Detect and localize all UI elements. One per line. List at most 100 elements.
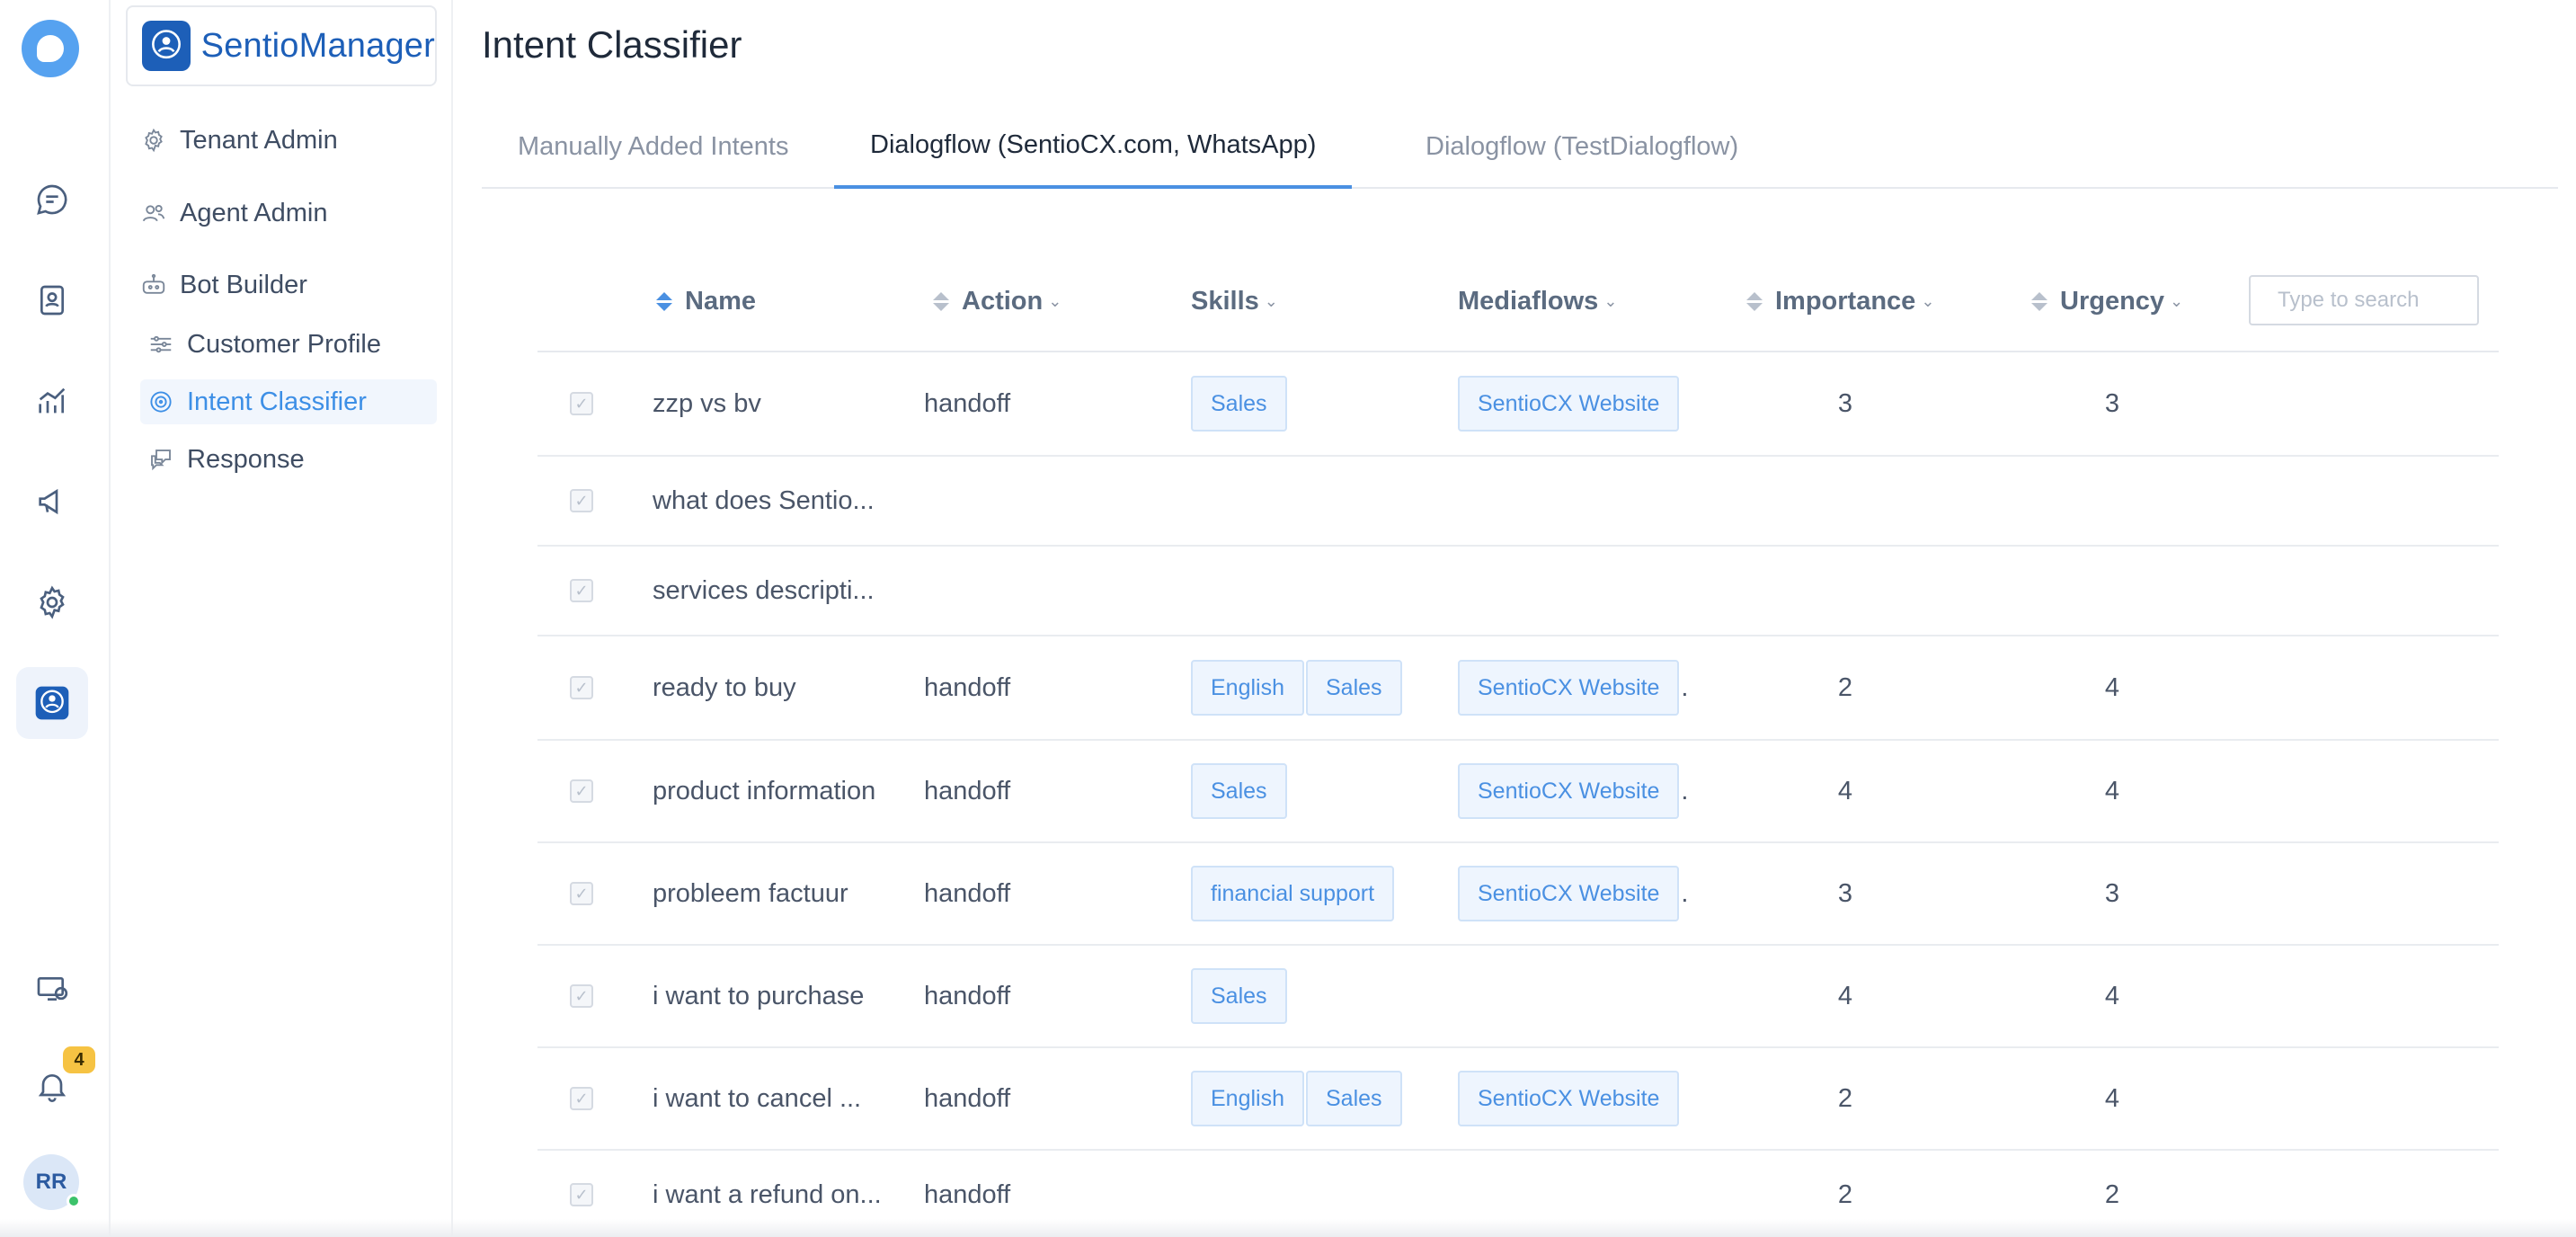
chat-icon[interactable] [16,164,88,236]
intent-skills: Sales [1191,741,1289,841]
sidebar-item-label: Agent Admin [180,198,328,227]
column-header-action[interactable]: Action ⌄ [933,250,1061,352]
online-status-dot [67,1194,81,1208]
column-header-importance[interactable]: Importance ⌄ [1746,250,1934,352]
sidebar-item-response[interactable]: Response [147,437,305,482]
chevron-down-icon: ⌄ [1048,291,1062,310]
row-checkbox[interactable]: ✓ [570,676,593,699]
table-row[interactable]: ✓ zzp vs bv handoff Sales SentioCX Website 3 3 [537,352,2499,457]
skill-tag: English [1191,660,1304,716]
campaign-icon[interactable] [16,466,88,538]
tab-bar: Manually Added Intents Dialogflow (Senti… [482,104,2558,189]
intent-importance: 2 [1837,1083,1853,1113]
sidebar-item-customer-profile[interactable]: Customer Profile [147,322,381,367]
scroll-edge [0,1219,2576,1237]
sort-icon [2031,291,2047,311]
row-checkbox[interactable]: ✓ [570,779,593,803]
bot-icon [142,273,165,294]
mediaflow-tag: SentioCX Website [1458,660,1680,716]
row-checkbox[interactable]: ✓ [570,392,593,415]
intent-urgency: 3 [2104,878,2120,908]
row-checkbox-cell[interactable]: ✓ [570,352,593,455]
table-row[interactable]: ✓ product information handoff Sales SentioCX… [537,741,2499,843]
intent-name[interactable]: probleem factuur [653,843,848,944]
row-checkbox-cell[interactable]: ✓ [570,547,593,635]
table-row[interactable]: ✓ ready to buy handoff English Sales SentioCX… [537,636,2499,741]
table-body: ✓ zzp vs bv handoff Sales SentioCX Website 3 3… [537,352,2499,1237]
row-checkbox-cell[interactable]: ✓ [570,946,593,1046]
row-checkbox-cell[interactable]: ✓ [570,741,593,841]
sidebar-item-intent-classifier[interactable]: Intent Classifier [140,379,437,424]
intent-name[interactable]: ready to buy [653,636,796,739]
settings-icon[interactable] [16,566,88,638]
row-checkbox[interactable]: ✓ [570,489,593,512]
analytics-icon[interactable] [16,365,88,437]
table-row[interactable]: ✓ i want to cancel ... handoff English Sales… [537,1048,2499,1151]
sidebar-item-agent-admin[interactable]: Agent Admin [140,191,327,236]
intent-skills: financial support [1191,843,1396,944]
column-header-urgency[interactable]: Urgency ⌄ [2031,250,2183,352]
table-row[interactable]: ✓ probleem factuur handoff financial suppor… [537,843,2499,946]
tab-manually-added-intents[interactable]: Manually Added Intents [482,104,824,189]
intent-action: handoff [924,388,1011,418]
gear-icon [145,128,163,153]
column-header-skills[interactable]: Skills ⌄ [1191,250,1278,352]
table-row[interactable]: ✓ services descripti... [537,547,2499,636]
skill-tag: Sales [1306,660,1402,716]
table-row[interactable]: ✓ i want to purchase handoff Sales 4 4 [537,946,2499,1048]
contacts-icon[interactable] [16,264,88,336]
row-checkbox-cell[interactable]: ✓ [570,1048,593,1149]
brand-name: SentioManager [200,26,435,65]
table-row[interactable]: ✓ what does Sentio... [537,457,2499,547]
intent-action: handoff [924,878,1011,908]
icon-rail: 4 RR [0,0,111,1237]
skill-tag: Sales [1191,763,1287,819]
intent-name[interactable]: i want to cancel ... [653,1048,861,1149]
more-indicator: . [1681,878,1689,908]
column-header-mediaflows[interactable]: Mediaflows ⌄ [1458,250,1617,352]
brand-logo[interactable]: SentioManager [126,5,437,86]
chat-bubbles-icon [151,449,171,471]
intent-skills: Sales [1191,352,1289,455]
row-checkbox[interactable]: ✓ [570,1087,593,1110]
more-indicator: . [1681,776,1689,805]
tab-dialogflow-testdialogflow[interactable]: Dialogflow (TestDialogflow) [1390,104,1774,189]
intent-action: handoff [924,672,1011,702]
monitor-icon[interactable] [16,953,88,1025]
chevron-down-icon: ⌄ [1921,291,1935,310]
app-logo-icon[interactable] [22,20,79,77]
row-checkbox[interactable]: ✓ [570,984,593,1008]
skill-tag: English [1191,1071,1304,1126]
intent-name[interactable]: product information [653,741,875,841]
sliders-icon [150,335,172,353]
search-input[interactable] [2249,275,2479,325]
sidebar-item-tenant-admin[interactable]: Tenant Admin [140,118,338,163]
sidebar-item-label: Tenant Admin [180,125,338,155]
intent-name[interactable]: i want to purchase [653,946,864,1046]
intent-name[interactable]: services descripti... [653,547,875,635]
row-checkbox-cell[interactable]: ✓ [570,843,593,944]
row-checkbox-cell[interactable]: ✓ [570,457,593,545]
page-title: Intent Classifier [482,23,742,66]
sort-icon [656,291,672,311]
row-checkbox[interactable]: ✓ [570,579,593,602]
sentio-manager-icon[interactable] [16,667,88,739]
intent-action: handoff [924,1083,1011,1113]
intent-name[interactable]: what does Sentio... [653,457,875,545]
sidebar-item-label: Response [187,444,305,474]
row-checkbox[interactable]: ✓ [570,882,593,905]
intent-urgency [2085,457,2139,545]
row-checkbox-cell[interactable]: ✓ [570,636,593,739]
intent-mediaflows: SentioCX Website. [1458,741,1688,841]
sidebar-item-bot-builder[interactable]: Bot Builder [140,263,307,307]
users-icon [142,204,165,222]
column-header-name[interactable]: Name [656,250,756,352]
notification-badge: 4 [63,1046,95,1073]
skill-tag: Sales [1191,376,1287,432]
intent-urgency: 3 [2104,388,2120,418]
intent-mediaflows: SentioCX Website [1458,1048,1681,1149]
sidebar-item-label: Bot Builder [180,270,307,299]
row-checkbox[interactable]: ✓ [570,1183,593,1206]
intent-name[interactable]: zzp vs bv [653,352,761,455]
tab-dialogflow-sentiocx[interactable]: Dialogflow (SentioCX.com, WhatsApp) [834,104,1353,189]
